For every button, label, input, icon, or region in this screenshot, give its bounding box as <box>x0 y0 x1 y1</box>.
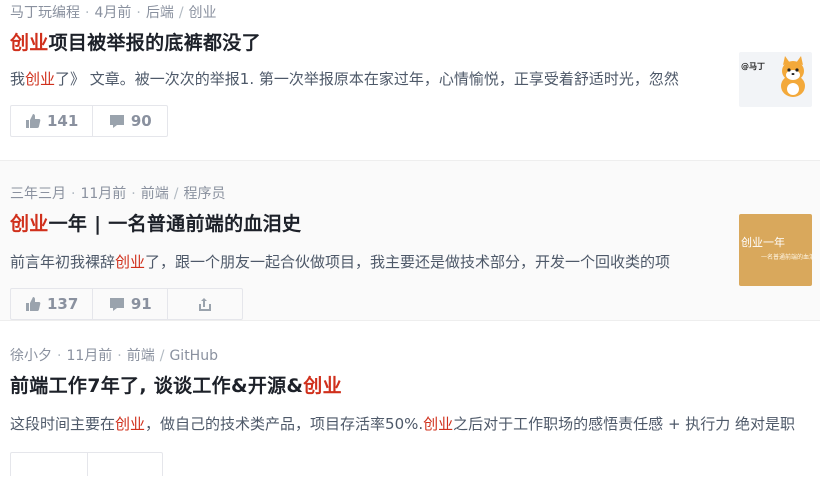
excerpt-text: 了，跟一个朋友一起合伙做项目，我主要还是做技术部分，开发一个回收类的项 <box>145 253 671 271</box>
comment-button[interactable]: 91 <box>92 289 167 319</box>
like-button[interactable] <box>11 453 87 476</box>
comment-count: 90 <box>130 112 152 130</box>
publish-time: 11月前 <box>80 186 127 202</box>
article-actions: 141 90 <box>10 105 169 137</box>
excerpt-highlight: 创业 <box>115 253 146 271</box>
title-highlight: 创业 <box>10 213 49 235</box>
article-meta: 三年三月 · 11月前 · 前端 / 程序员 <box>10 186 226 202</box>
title-text: 项目被举报的底裤都没了 <box>48 32 261 54</box>
comment-icon <box>109 298 124 311</box>
comment-button[interactable] <box>87 453 162 476</box>
thumbnail-caption: @马丁 <box>741 62 765 71</box>
excerpt-text: 之后对于工作职场的感悟责任感 + 执行力 绝对是职 <box>453 415 796 433</box>
author-name[interactable]: 马丁玩编程 <box>10 5 80 21</box>
excerpt-text: 了》 文章。被一次次的举报1. 第一次举报原本在家过年，心情愉悦，正享受着舒适时… <box>55 70 679 88</box>
article-title[interactable]: 前端工作7年了, 谈谈工作&开源&创业 <box>10 371 342 398</box>
excerpt-text: 这段时间主要在 <box>10 415 116 433</box>
article-meta: 徐小夕 · 11月前 · 前端 / GitHub <box>10 348 218 364</box>
like-count: 141 <box>47 112 79 130</box>
article-feed: 马丁玩编程 · 4月前 · 后端 / 创业 创业项目被举报的底裤都没了 我创业了》 文章。被… <box>0 0 820 477</box>
like-count: 137 <box>47 295 79 313</box>
thumbs-up-icon <box>26 114 41 128</box>
share-icon <box>199 298 212 311</box>
excerpt-highlight: 创业 <box>25 70 56 88</box>
article-card[interactable]: 三年三月 · 11月前 · 前端 / 程序员 创业一年 | 一名普通前端的血泪史 前言年初我… <box>0 160 820 320</box>
like-button[interactable]: 141 <box>11 106 92 136</box>
article-actions <box>10 452 163 476</box>
title-highlight: 创业 <box>10 32 49 54</box>
article-meta: 马丁玩编程 · 4月前 · 后端 / 创业 <box>10 5 217 21</box>
article-thumbnail[interactable]: @马丁 <box>739 52 812 107</box>
excerpt-text: 我 <box>10 70 26 88</box>
tag[interactable]: 后端 <box>146 5 174 21</box>
article-excerpt: 前言年初我裸辞创业了，跟一个朋友一起合伙做项目，我主要还是做技术部分，开发一个回… <box>10 251 710 272</box>
article-card[interactable]: 徐小夕 · 11月前 · 前端 / GitHub 前端工作7年了, 谈谈工作&开源&创业 这… <box>0 320 820 476</box>
article-excerpt: 我创业了》 文章。被一次次的举报1. 第一次举报原本在家过年，心情愉悦，正享受着… <box>10 68 710 89</box>
excerpt-text: 前言年初我裸辞 <box>10 253 116 271</box>
comment-count: 91 <box>130 295 152 313</box>
article-thumbnail[interactable]: 创业一年 一名普通前端的血泪 <box>739 214 812 286</box>
article-excerpt: 这段时间主要在创业，做自己的技术类产品，项目存活率50%.创业之后对于工作职场的… <box>10 413 810 434</box>
author-name[interactable]: 三年三月 <box>10 186 66 202</box>
tag[interactable]: 程序员 <box>183 186 225 202</box>
publish-time: 4月前 <box>94 5 132 21</box>
article-card[interactable]: 马丁玩编程 · 4月前 · 后端 / 创业 创业项目被举报的底裤都没了 我创业了》 文章。被… <box>0 0 820 160</box>
thumbnail-caption: 创业一年 <box>741 236 785 249</box>
thumbnail-subcaption: 一名普通前端的血泪 <box>761 254 812 261</box>
publish-time: 11月前 <box>66 348 113 364</box>
tag[interactable]: 创业 <box>189 5 217 21</box>
title-highlight: 创业 <box>303 375 342 397</box>
excerpt-highlight: 创业 <box>115 415 146 433</box>
like-button[interactable]: 137 <box>11 289 92 319</box>
tag[interactable]: 前端 <box>141 186 169 202</box>
comment-button[interactable]: 90 <box>92 106 167 136</box>
excerpt-text: ，做自己的技术类产品，项目存活率50%. <box>145 415 424 433</box>
tag[interactable]: 前端 <box>127 348 155 364</box>
comment-icon <box>109 115 124 128</box>
share-button[interactable] <box>167 289 242 319</box>
excerpt-highlight: 创业 <box>423 415 454 433</box>
author-name[interactable]: 徐小夕 <box>10 348 52 364</box>
article-title[interactable]: 创业一年 | 一名普通前端的血泪史 <box>10 209 301 236</box>
title-text: 前端工作7年了, 谈谈工作&开源& <box>10 375 304 397</box>
cartoon-dog-icon <box>781 56 805 97</box>
thumbs-up-icon <box>26 297 41 311</box>
tag[interactable]: GitHub <box>169 348 218 364</box>
article-actions: 137 91 <box>10 288 244 320</box>
article-title[interactable]: 创业项目被举报的底裤都没了 <box>10 28 261 55</box>
title-text: 一年 | 一名普通前端的血泪史 <box>48 213 302 235</box>
